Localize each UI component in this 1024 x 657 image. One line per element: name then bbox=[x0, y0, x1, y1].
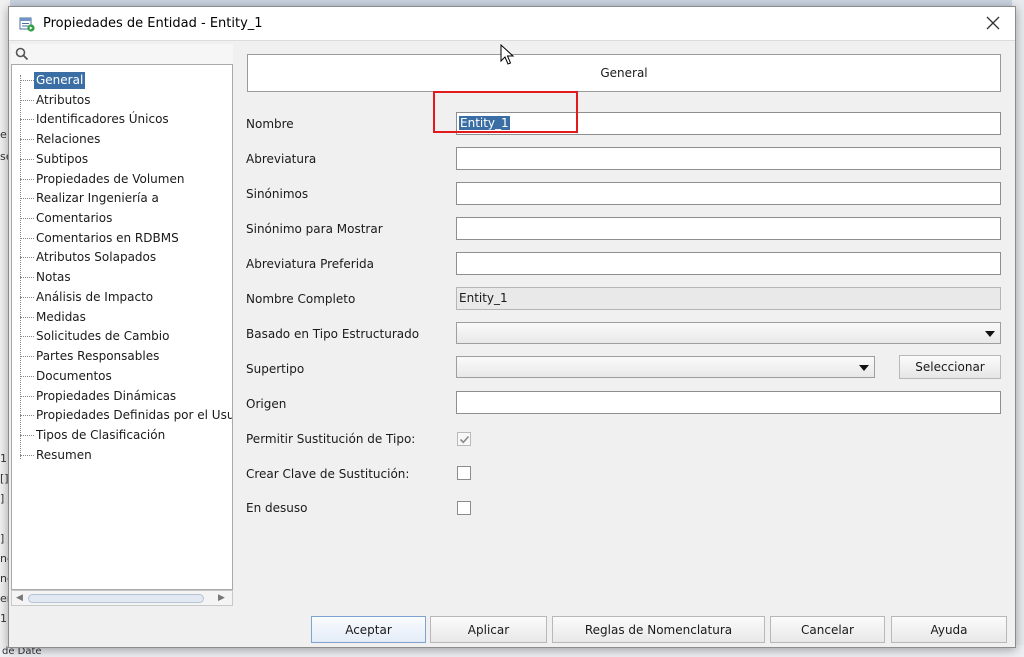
ayuda-button[interactable]: Ayuda bbox=[891, 616, 1007, 643]
tree-item-label: Documentos bbox=[36, 369, 112, 383]
tree-item-comentarios[interactable]: Comentarios bbox=[12, 209, 232, 228]
tree-item-label: Subtipos bbox=[36, 152, 89, 166]
sinonimo-mostrar-field[interactable] bbox=[456, 217, 1001, 240]
tree-search-field[interactable] bbox=[11, 44, 233, 64]
tree-item-propiedades-usuario[interactable]: Propiedades Definidas por el Usuari bbox=[12, 406, 232, 425]
tree-item-label: Propiedades Definidas por el Usuari bbox=[36, 408, 233, 422]
supertipo-label: Supertipo bbox=[246, 362, 305, 376]
crear-clave-label: Crear Clave de Sustitución: bbox=[246, 467, 410, 481]
permitir-sustitucion-label: Permitir Sustitución de Tipo: bbox=[246, 432, 416, 446]
tree-item-label: Atributos bbox=[36, 93, 91, 107]
chevron-down-icon bbox=[985, 331, 995, 337]
tree-item-realizar-ingenieria[interactable]: Realizar Ingeniería a bbox=[12, 189, 232, 208]
supertipo-dropdown[interactable] bbox=[456, 356, 875, 378]
tree-item-label: Comentarios bbox=[36, 211, 113, 225]
scroll-left-icon[interactable]: ◀ bbox=[16, 593, 23, 603]
tree-item-label: Análisis de Impacto bbox=[36, 290, 154, 304]
tree-item-comentarios-rdbms[interactable]: Comentarios en RDBMS bbox=[12, 229, 232, 248]
tree-item-propiedades-volumen[interactable]: Propiedades de Volumen bbox=[12, 170, 232, 189]
tipo-estructurado-dropdown[interactable] bbox=[456, 322, 1001, 344]
sinonimos-field[interactable] bbox=[456, 182, 1001, 205]
tree-item-identificadores-unicos[interactable]: Identificadores Únicos bbox=[12, 110, 232, 129]
tree-item-resumen[interactable]: Resumen bbox=[12, 446, 232, 465]
aceptar-button[interactable]: Aceptar bbox=[311, 616, 426, 643]
origen-label: Origen bbox=[246, 397, 287, 411]
tree-item-label: Medidas bbox=[36, 310, 86, 324]
tree-item-notas[interactable]: Notas bbox=[12, 268, 232, 287]
origen-field[interactable] bbox=[456, 391, 1001, 414]
scrollbar-thumb[interactable] bbox=[28, 594, 204, 603]
chevron-down-icon bbox=[859, 365, 869, 371]
abreviatura-preferida-field[interactable] bbox=[456, 252, 1001, 275]
abreviatura-label: Abreviatura bbox=[246, 152, 317, 166]
abreviatura-field[interactable] bbox=[456, 147, 1001, 170]
search-icon bbox=[15, 47, 29, 64]
tree-item-label: Relaciones bbox=[36, 132, 101, 146]
tree-item-label: Propiedades Dinámicas bbox=[36, 389, 177, 403]
tree-item-label: Partes Responsables bbox=[36, 349, 160, 363]
close-icon bbox=[986, 16, 1000, 33]
tree-item-label: Tipos de Clasificación bbox=[36, 428, 166, 442]
tree-horizontal-scrollbar[interactable]: ◀ ▶ bbox=[11, 590, 233, 606]
tree-item-label: General bbox=[34, 72, 86, 89]
tree-item-subtipos[interactable]: Subtipos bbox=[12, 150, 232, 169]
tree-item-partes-responsables[interactable]: Partes Responsables bbox=[12, 347, 232, 366]
sinonimo-mostrar-label: Sinónimo para Mostrar bbox=[246, 222, 383, 236]
entity-properties-dialog: Propiedades de Entidad - Entity_1 Genera… bbox=[8, 6, 1016, 648]
nombre-completo-field: Entity_1 bbox=[456, 287, 1001, 310]
check-icon bbox=[459, 435, 470, 444]
tree-item-atributos-solapados[interactable]: Atributos Solapados bbox=[12, 248, 232, 267]
tree-item-documentos[interactable]: Documentos bbox=[12, 367, 232, 386]
tree-item-label: Notas bbox=[36, 270, 71, 284]
close-button[interactable] bbox=[979, 11, 1007, 37]
tree-item-label: Atributos Solapados bbox=[36, 250, 157, 264]
nombre-completo-label: Nombre Completo bbox=[246, 292, 356, 306]
en-desuso-checkbox[interactable] bbox=[457, 501, 471, 515]
mouse-pointer-icon bbox=[500, 43, 516, 69]
sinonimos-label: Sinónimos bbox=[246, 187, 309, 201]
tree-item-analisis-impacto[interactable]: Análisis de Impacto bbox=[12, 288, 232, 307]
general-properties-panel: General Nombre Entity_1 Abreviatura Sinó… bbox=[237, 44, 1015, 607]
tree-item-atributos[interactable]: Atributos bbox=[12, 91, 232, 110]
background-fragment: ] bbox=[0, 492, 5, 505]
tree-item-label: Propiedades de Volumen bbox=[36, 172, 185, 186]
seleccionar-button[interactable]: Seleccionar bbox=[899, 355, 1001, 379]
tipo-estructurado-label: Basado en Tipo Estructurado bbox=[246, 327, 420, 341]
abreviatura-preferida-label: Abreviatura Preferida bbox=[246, 257, 375, 271]
permitir-sustitucion-checkbox[interactable] bbox=[457, 432, 471, 446]
background-fragment: ] bbox=[0, 532, 5, 545]
aplicar-button[interactable]: Aplicar bbox=[430, 616, 547, 643]
tree-item-label: Comentarios en RDBMS bbox=[36, 231, 179, 245]
dialog-title: Propiedades de Entidad - Entity_1 bbox=[43, 16, 263, 31]
title-bar: Propiedades de Entidad - Entity_1 bbox=[9, 7, 1015, 41]
cancelar-button[interactable]: Cancelar bbox=[770, 616, 885, 643]
tree-item-relaciones[interactable]: Relaciones bbox=[12, 130, 232, 149]
nombre-value: Entity_1 bbox=[459, 116, 510, 130]
navigation-panel: General Atributos Identificadores Únicos… bbox=[11, 44, 233, 607]
section-header: General bbox=[247, 54, 1001, 92]
category-tree: General Atributos Identificadores Únicos… bbox=[11, 64, 233, 590]
tree-item-solicitudes-cambio[interactable]: Solicitudes de Cambio bbox=[12, 327, 232, 346]
tree-item-propiedades-dinamicas[interactable]: Propiedades Dinámicas bbox=[12, 387, 232, 406]
tree-item-general[interactable]: General bbox=[12, 71, 232, 90]
entity-properties-icon bbox=[19, 16, 35, 32]
tree-item-medidas[interactable]: Medidas bbox=[12, 308, 232, 327]
tree-item-label: Identificadores Únicos bbox=[36, 112, 169, 126]
tree-item-label: Solicitudes de Cambio bbox=[36, 329, 170, 343]
nombre-label: Nombre bbox=[246, 117, 294, 131]
en-desuso-label: En desuso bbox=[246, 501, 308, 515]
tree-item-tipos-clasificacion[interactable]: Tipos de Clasificación bbox=[12, 426, 232, 445]
crear-clave-checkbox[interactable] bbox=[457, 466, 471, 480]
tree-item-label: Realizar Ingeniería a bbox=[36, 191, 159, 205]
scroll-right-icon[interactable]: ▶ bbox=[218, 593, 225, 603]
background-fragment: 1 bbox=[0, 612, 7, 625]
reglas-nomenclatura-button[interactable]: Reglas de Nomenclatura bbox=[552, 616, 765, 643]
tree-item-label: Resumen bbox=[36, 448, 92, 462]
nombre-field[interactable]: Entity_1 bbox=[456, 112, 1001, 135]
